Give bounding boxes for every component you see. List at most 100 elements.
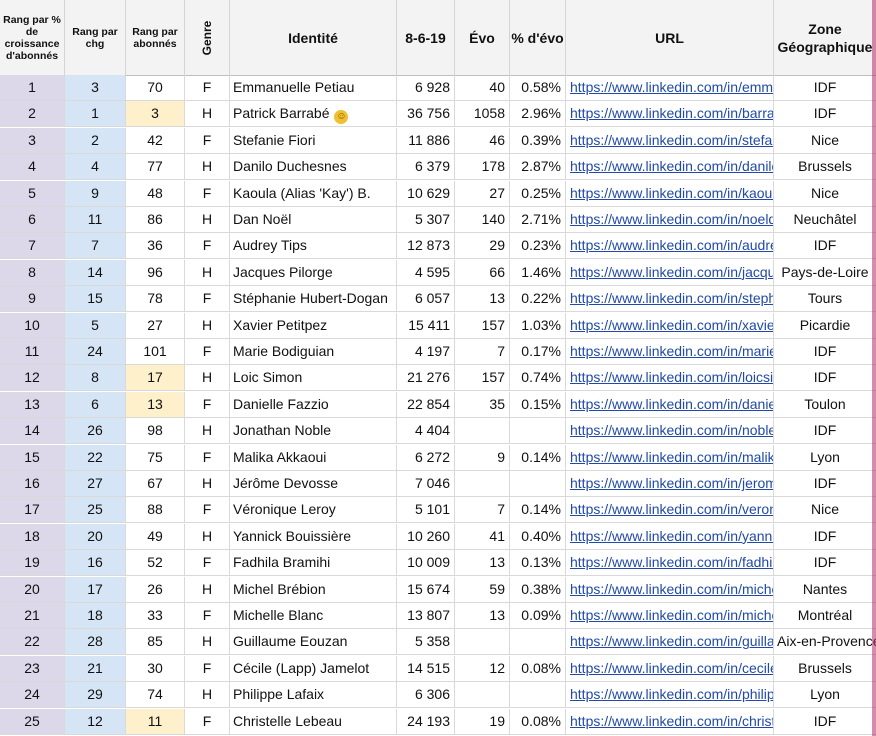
cell-zone[interactable]: Neuchâtel [774, 207, 876, 232]
cell-zone[interactable]: IDF [774, 418, 876, 443]
cell-identite[interactable]: Christelle Lebeau [230, 708, 397, 734]
cell-rank-chg[interactable]: 16 [65, 550, 126, 576]
cell-identite[interactable]: Malika Akkaoui [230, 444, 397, 470]
cell-rank-chg[interactable]: 5 [65, 312, 126, 338]
cell-genre[interactable]: H [185, 101, 230, 127]
cell-rank-chg[interactable]: 11 [65, 207, 126, 232]
header-rank-chg[interactable]: Rang par chg [65, 0, 126, 75]
cell-url[interactable]: https://www.linkedin.com/in/michelle [566, 603, 774, 628]
cell-genre[interactable]: H [185, 365, 230, 391]
cell-url[interactable]: https://www.linkedin.com/in/xavier-p [566, 312, 774, 338]
cell-rank-chg[interactable]: 25 [65, 497, 126, 523]
header-genre[interactable]: Genre [185, 0, 230, 75]
cell-url[interactable]: https://www.linkedin.com/in/danilodu [566, 154, 774, 180]
cell-url-value[interactable]: https://www.linkedin.com/in/fadhilab [570, 554, 773, 570]
cell-zone[interactable]: Brussels [774, 656, 876, 681]
cell-identite[interactable]: Yannick Bouissière [230, 523, 397, 549]
cell-identite[interactable]: Danilo Duchesnes [230, 154, 397, 180]
cell-followers[interactable]: 10 009 [397, 550, 455, 576]
cell-rank-pct[interactable]: 18 [0, 523, 65, 549]
cell-url[interactable]: https://www.linkedin.com/in/noeldar [566, 207, 774, 232]
cell-rank-chg[interactable]: 6 [65, 391, 126, 417]
cell-url[interactable]: https://www.linkedin.com/in/michelb [566, 576, 774, 602]
cell-zone[interactable]: Brussels [774, 154, 876, 179]
cell-pct-evo[interactable]: 0.08% [510, 708, 566, 734]
cell-rank-abo[interactable]: 11 [126, 708, 185, 734]
cell-rank-abo[interactable]: 3 [126, 101, 185, 127]
cell-identite[interactable]: Jacques Pilorge [230, 259, 397, 285]
cell-url[interactable]: https://www.linkedin.com/in/kaoulak [566, 180, 774, 206]
cell-rank-abo[interactable]: 52 [126, 550, 185, 576]
cell-url[interactable]: https://www.linkedin.com/in/audreyt [566, 233, 774, 259]
cell-followers[interactable]: 15 674 [397, 576, 455, 602]
cell-genre[interactable]: F [185, 655, 230, 681]
cell-rank-chg[interactable]: 28 [65, 629, 126, 655]
cell-rank-abo[interactable]: 30 [126, 655, 185, 681]
cell-zone[interactable]: IDF [774, 75, 876, 100]
cell-rank-pct[interactable]: 14 [0, 418, 65, 444]
cell-zone[interactable]: IDF [774, 233, 876, 258]
cell-rank-chg[interactable]: 3 [65, 75, 126, 100]
cell-genre[interactable]: F [185, 391, 230, 417]
cell-url-value[interactable]: https://www.linkedin.com/in/jacques [570, 264, 773, 280]
cell-url-value[interactable]: https://www.linkedin.com/in/michelb [570, 581, 773, 597]
cell-url-value[interactable]: https://www.linkedin.com/in/christell [570, 713, 773, 729]
cell-genre[interactable]: H [185, 682, 230, 708]
cell-rank-pct[interactable]: 11 [0, 339, 65, 364]
cell-evo[interactable]: 19 [455, 708, 510, 734]
cell-zone[interactable]: Picardie [774, 313, 876, 338]
cell-evo[interactable]: 7 [455, 497, 510, 523]
cell-evo[interactable]: 9 [455, 444, 510, 470]
cell-pct-evo[interactable]: 0.15% [510, 391, 566, 417]
cell-followers[interactable]: 13 807 [397, 603, 455, 628]
header-zone[interactable]: Zone Géographique [774, 0, 876, 75]
cell-evo[interactable]: 13 [455, 603, 510, 628]
cell-url-value[interactable]: https://www.linkedin.com/in/barrabe [570, 105, 773, 121]
cell-identite[interactable]: Jonathan Noble [230, 418, 397, 444]
cell-url[interactable]: https://www.linkedin.com/in/guillaum [566, 629, 774, 655]
cell-zone[interactable]: Nantes [774, 577, 876, 602]
cell-rank-chg[interactable]: 4 [65, 154, 126, 180]
cell-url[interactable]: https://www.linkedin.com/in/cecileja [566, 655, 774, 681]
cell-pct-evo[interactable]: 0.09% [510, 603, 566, 628]
cell-rank-chg[interactable]: 17 [65, 576, 126, 602]
cell-zone[interactable]: IDF [774, 339, 876, 364]
cell-url[interactable]: https://www.linkedin.com/in/jacques [566, 259, 774, 285]
cell-rank-chg[interactable]: 2 [65, 127, 126, 153]
cell-evo[interactable] [455, 418, 510, 444]
cell-identite[interactable]: Xavier Petitpez [230, 312, 397, 338]
cell-url[interactable]: https://www.linkedin.com/in/stefanie [566, 127, 774, 153]
cell-rank-pct[interactable]: 24 [0, 682, 65, 708]
header-url[interactable]: URL [566, 0, 774, 75]
cell-pct-evo[interactable] [510, 629, 566, 655]
cell-rank-abo[interactable]: 36 [126, 233, 185, 259]
cell-zone[interactable]: Montréal [774, 603, 876, 628]
cell-rank-abo[interactable]: 85 [126, 629, 185, 655]
cell-evo[interactable]: 13 [455, 286, 510, 312]
cell-rank-abo[interactable]: 101 [126, 339, 185, 364]
cell-pct-evo[interactable]: 0.39% [510, 127, 566, 153]
cell-url[interactable]: https://www.linkedin.com/in/malika-a [566, 444, 774, 470]
cell-rank-pct[interactable]: 8 [0, 259, 65, 285]
cell-identite[interactable]: Véronique Leroy [230, 497, 397, 523]
cell-url-value[interactable]: https://www.linkedin.com/in/loicsimo [570, 369, 773, 385]
cell-genre[interactable]: H [185, 154, 230, 180]
cell-evo[interactable]: 29 [455, 233, 510, 259]
cell-pct-evo[interactable]: 1.03% [510, 312, 566, 338]
cell-url[interactable]: https://www.linkedin.com/in/loicsimo [566, 365, 774, 391]
cell-zone[interactable]: Aix-en-Provence [774, 629, 876, 654]
header-date[interactable]: 8-6-19 [397, 0, 455, 75]
cell-rank-pct[interactable]: 10 [0, 312, 65, 338]
cell-rank-chg[interactable]: 1 [65, 101, 126, 127]
cell-rank-pct[interactable]: 12 [0, 365, 65, 391]
cell-evo[interactable]: 59 [455, 576, 510, 602]
cell-rank-pct[interactable]: 19 [0, 550, 65, 576]
cell-identite[interactable]: Philippe Lafaix [230, 682, 397, 708]
cell-followers[interactable]: 22 854 [397, 391, 455, 417]
cell-zone[interactable]: IDF [774, 365, 876, 390]
cell-genre[interactable]: F [185, 497, 230, 523]
cell-url[interactable]: https://www.linkedin.com/in/danielle [566, 391, 774, 417]
cell-genre[interactable]: H [185, 523, 230, 549]
cell-pct-evo[interactable]: 0.74% [510, 365, 566, 391]
header-evo[interactable]: Évo [455, 0, 510, 75]
